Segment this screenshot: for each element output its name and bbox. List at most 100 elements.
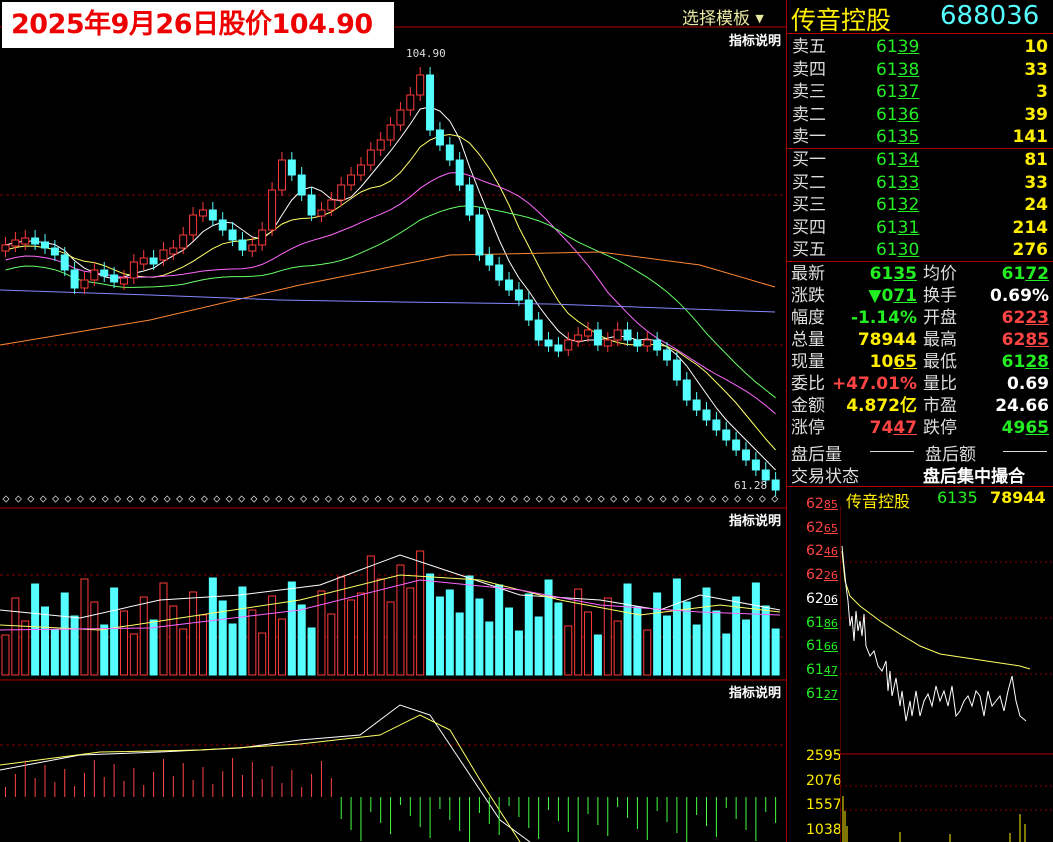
quote-stat: 开盘 6223 [923,307,1053,329]
date-marker [287,495,295,503]
ask-row[interactable]: 卖三 6137 3 [790,81,1050,103]
order-price: 6135 [876,127,920,148]
volume-bar [613,620,622,676]
volume-bar [50,629,59,676]
price-tick: 6166 [806,638,838,655]
volume-tick: 1557 [806,797,842,813]
bid-row[interactable]: 买四 6131 214 [790,217,1050,239]
volume-bar [435,596,444,676]
volume-bar [396,564,405,676]
quote-stat: 幅度 -1.14% [791,307,921,329]
candle-body [584,329,593,337]
volume-bar [40,606,49,676]
date-marker [163,495,171,503]
bid-row[interactable]: 买一 6134 81 [790,149,1050,171]
volume-bar [524,593,533,676]
candle-body [742,449,751,461]
volume-bar [189,591,198,676]
moving-average-lines [0,106,776,471]
ask-row[interactable]: 卖一 6135 141 [790,126,1050,148]
candle-body [732,439,741,451]
date-marker [89,495,97,503]
quote-stat-label: 现量 [791,352,825,372]
quote-stat-value: 6172 [1001,264,1049,284]
candle-body [277,159,286,191]
candle-body [1,244,10,252]
volume-indicator-help-button[interactable]: 指标说明 [728,510,781,529]
ma10-line [5,133,776,451]
bid-row[interactable]: 买二 6133 33 [790,172,1050,194]
quote-stat: 现量 1065 [791,351,921,373]
candle-body [554,344,563,352]
stock-code: 688036 [940,1,1040,31]
candle-body [268,189,277,231]
ask-row[interactable]: 卖四 6138 33 [790,59,1050,81]
volume-bar [682,601,691,676]
template-select-menu[interactable]: 选择模板 ▼ [682,4,764,29]
quote-stat-value: 4.872亿 [846,396,917,416]
quote-stat-label: 最低 [923,352,957,372]
volume-bar [584,611,593,676]
candle-body [317,209,326,217]
order-level-label: 买三 [792,195,826,216]
candle-body [169,247,178,255]
candle-body [771,479,780,491]
price-tick: 6186 [806,614,838,631]
indicator-help-button[interactable]: 指标说明 [728,30,781,49]
candle-body [416,74,425,96]
candle-body [455,159,464,186]
kline-chart[interactable]: 104.90 61.28 [0,0,786,842]
volume-bar [258,632,267,676]
quote-stat: 量比 0.69 [923,373,1053,395]
date-marker [411,495,419,503]
date-marker [2,495,10,503]
date-marker [262,495,270,503]
candle-body [149,257,158,265]
intraday-chart[interactable] [840,506,1053,842]
macd-indicator-help-button[interactable]: 指标说明 [728,682,781,701]
date-marker [101,495,109,503]
max-price-label: 104.90 [406,47,446,60]
date-marker [721,495,729,503]
order-price: 6132 [876,195,920,216]
candle-body [198,209,207,217]
ma5-line [5,106,776,471]
volume-bar [268,595,277,676]
candle-body [564,339,573,351]
volume-bars [1,550,780,676]
macd-dif-line [0,704,531,842]
price-tick: 6127 [806,685,838,702]
date-marker [610,495,618,503]
date-marker [771,495,779,503]
order-price: 6133 [876,172,920,193]
date-marker [337,495,345,503]
candle-body [465,184,474,216]
quote-stat-value: 78944 [857,330,917,350]
volume-bar [11,597,20,676]
date-marker [138,495,146,503]
volume-bar [238,586,247,676]
ask-row[interactable]: 卖五 6139 10 [790,36,1050,58]
volume-bar [169,605,178,676]
candle-body [633,339,642,347]
candle-body [208,209,217,221]
volume-bar [426,573,435,676]
date-marker [349,495,357,503]
order-level-label: 买二 [792,172,826,193]
ask-row[interactable]: 卖二 6136 39 [790,104,1050,126]
candle-body [347,174,356,186]
volume-bar [564,625,573,676]
price-tick: 6285 [806,496,838,512]
order-price: 6134 [876,150,920,170]
bid-row[interactable]: 买五 6130 276 [790,239,1050,261]
date-marker [746,495,754,503]
quote-stat: 涨停 7447 [791,417,921,439]
intraday-price-line [841,545,1027,722]
quote-stat: 均价 6172 [923,263,1053,285]
volume-bar [179,628,188,676]
volume-bar [21,620,30,676]
bid-row[interactable]: 买三 6132 24 [790,194,1050,216]
candle-body [40,241,49,249]
order-volume: 39 [1024,104,1048,125]
candle-body [70,269,79,289]
